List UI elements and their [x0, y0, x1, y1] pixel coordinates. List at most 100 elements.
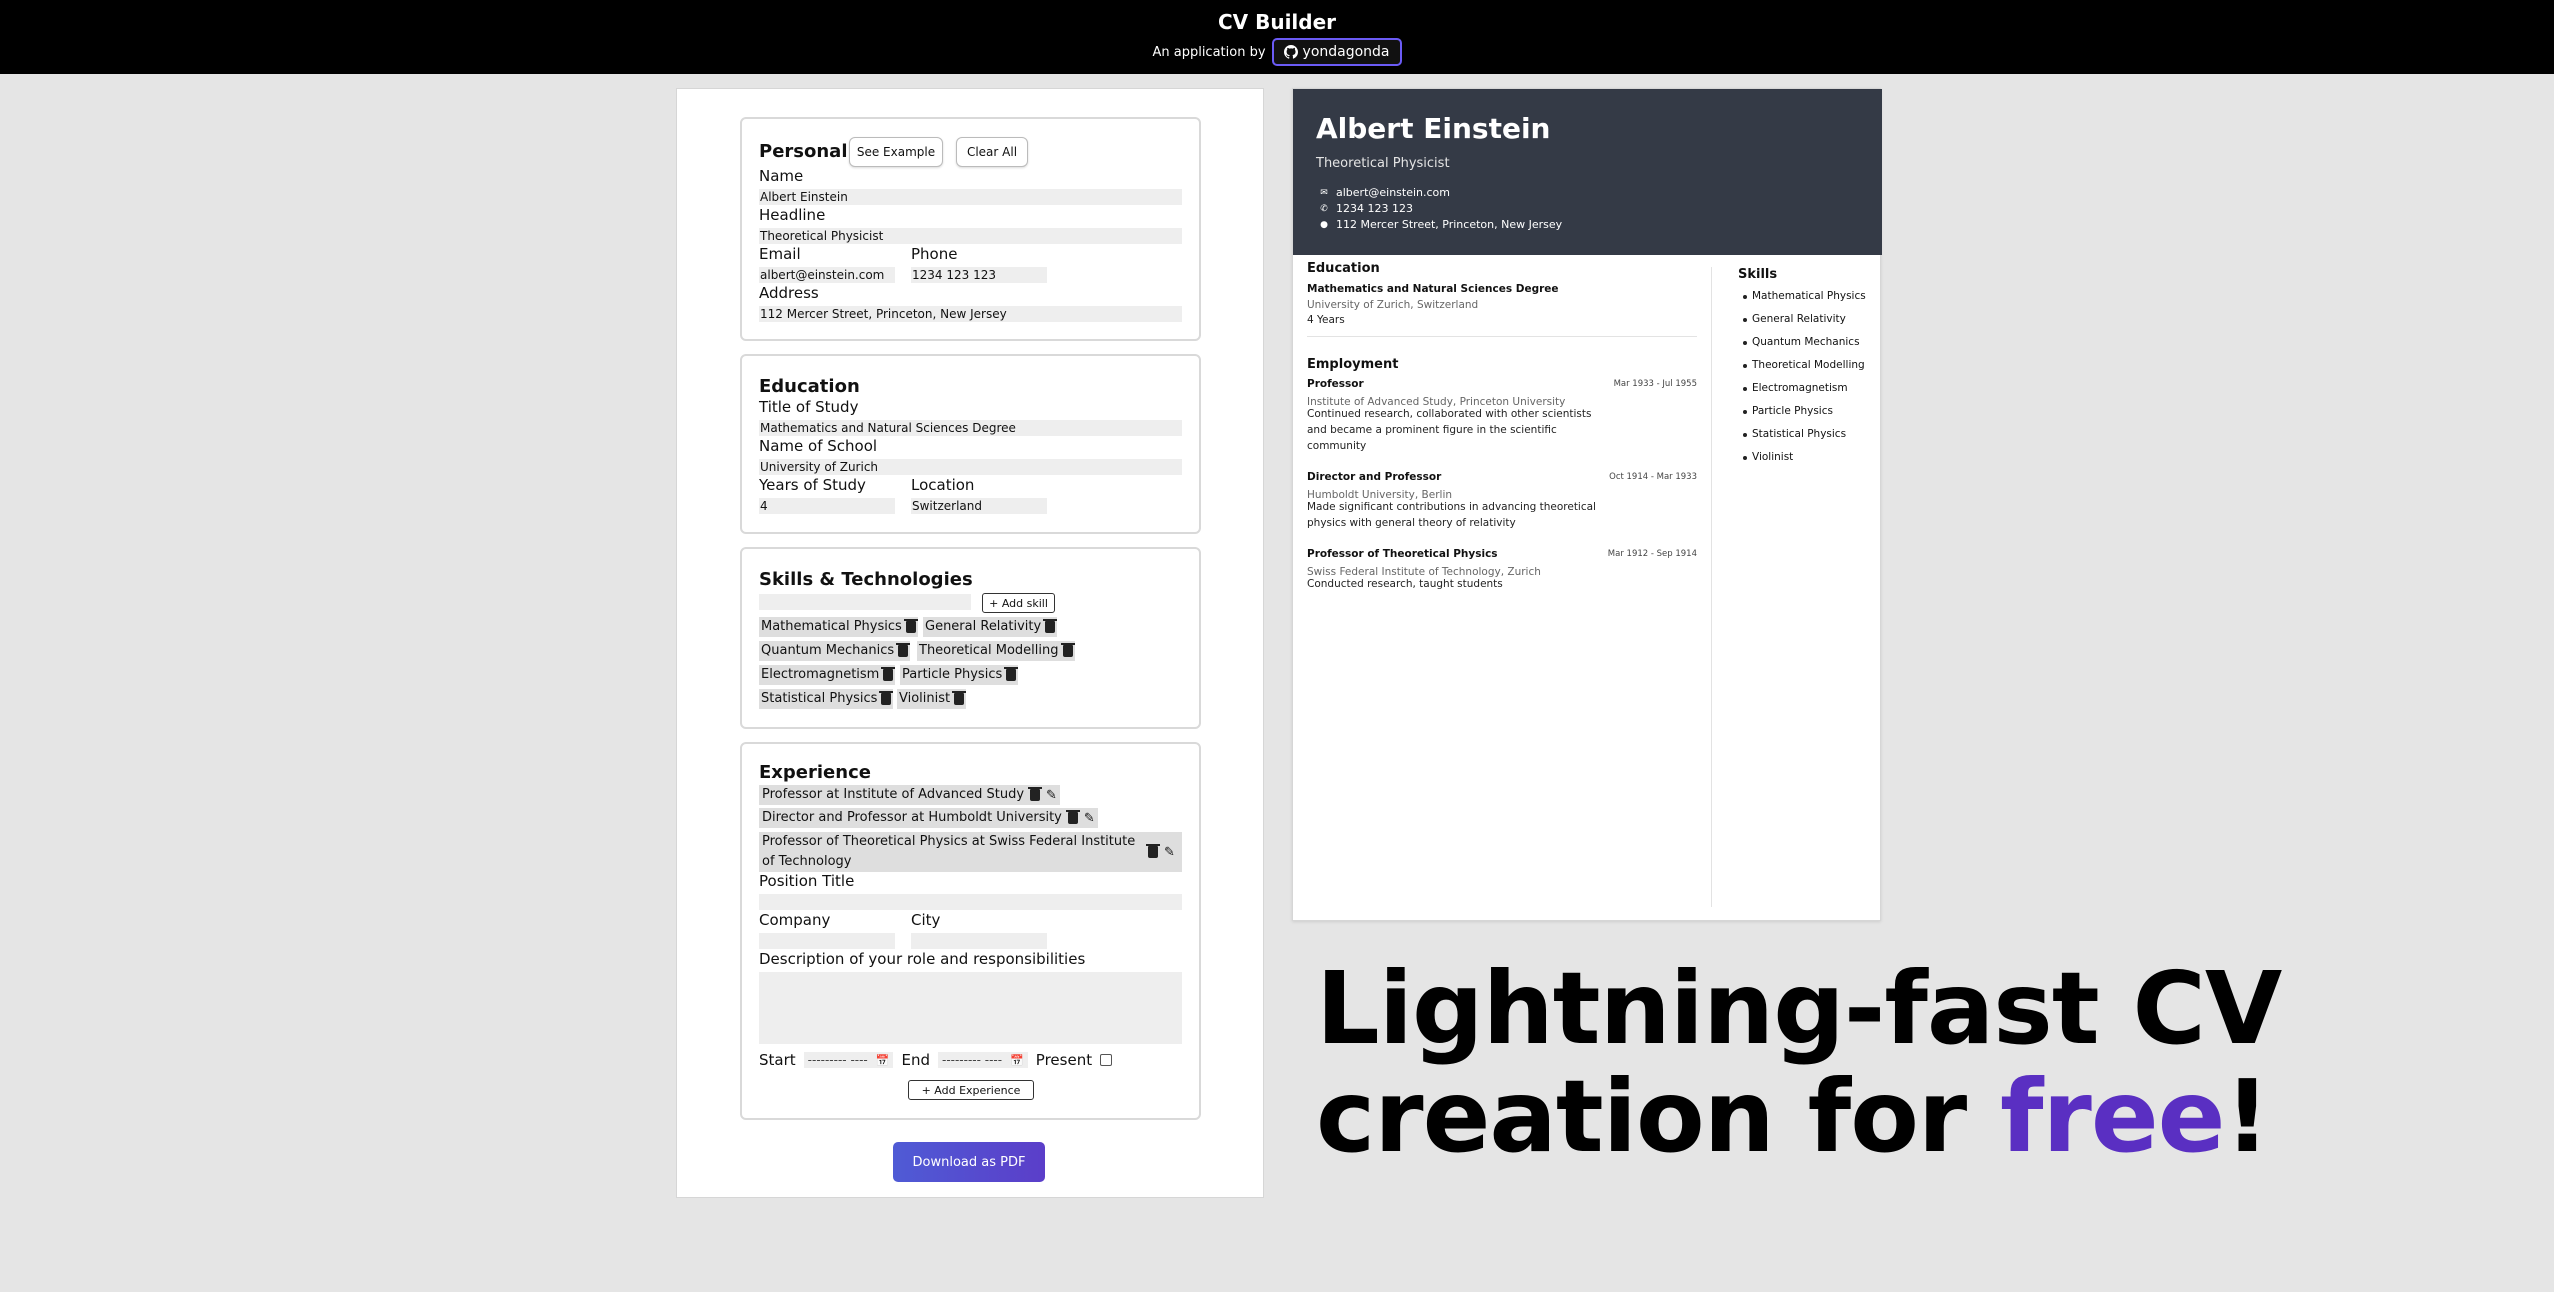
- cv-skill-item: Electromagnetism: [1743, 382, 1848, 394]
- company-input[interactable]: [759, 933, 895, 949]
- clear-all-button[interactable]: Clear All: [956, 137, 1028, 167]
- cv-job-title: Professor: [1307, 378, 1364, 390]
- cv-name: Albert Einstein: [1316, 112, 1551, 145]
- years-input[interactable]: 4: [759, 498, 895, 514]
- skill-chip-label: Particle Physics: [902, 667, 1003, 682]
- cv-edu-years: 4 Years: [1307, 314, 1345, 326]
- experience-entry-label: Professor of Theoretical Physics at Swis…: [762, 834, 1136, 869]
- trash-icon[interactable]: [903, 619, 918, 633]
- present-checkbox[interactable]: [1100, 1054, 1113, 1066]
- cv-headline: Theoretical Physicist: [1316, 156, 1450, 171]
- skill-chip-label: Violinist: [899, 691, 951, 706]
- study-title-input[interactable]: Mathematics and Natural Sciences Degree: [759, 420, 1182, 436]
- experience-entry: Professor of Theoretical Physics at Swis…: [759, 832, 1182, 872]
- cv-divider: [1307, 336, 1697, 337]
- trash-icon[interactable]: [1146, 844, 1160, 858]
- add-experience-button[interactable]: + Add Experience: [908, 1080, 1034, 1100]
- cv-email: ✉ albert@einstein.com: [1320, 186, 1450, 199]
- address-label: Address: [759, 284, 819, 302]
- cv-skill-item: Quantum Mechanics: [1743, 336, 1860, 348]
- location-input[interactable]: Switzerland: [911, 498, 1047, 514]
- skill-chip: General Relativity: [923, 617, 1058, 637]
- skill-input[interactable]: [759, 594, 971, 610]
- github-user: yondagonda: [1302, 44, 1390, 60]
- pencil-icon[interactable]: ✎: [1084, 812, 1095, 825]
- trash-icon[interactable]: [1043, 619, 1058, 633]
- cv-education-heading: Education: [1307, 261, 1380, 276]
- cv-address: ● 112 Mercer Street, Princeton, New Jerse…: [1320, 218, 1562, 231]
- end-date-placeholder: --------- ----: [941, 1053, 1003, 1067]
- cv-job-desc-line: community: [1307, 440, 1367, 452]
- tagline-line1: Lightning-fast CV: [1316, 950, 2282, 1067]
- cv-edu-school: University of Zurich, Switzerland: [1307, 299, 1479, 311]
- byline: An application by yondagonda: [0, 38, 2554, 66]
- skill-chip: Particle Physics: [900, 665, 1019, 685]
- cv-job-desc-line: Continued research, collaborated with ot…: [1307, 408, 1592, 420]
- headline-input[interactable]: Theoretical Physicist: [759, 228, 1182, 244]
- cv-phone: ✆ 1234 123 123: [1320, 202, 1413, 215]
- pencil-icon[interactable]: ✎: [1046, 789, 1057, 802]
- cv-job-desc-line: and became a prominent figure in the sci…: [1307, 424, 1557, 436]
- description-textarea[interactable]: [759, 972, 1182, 1044]
- top-header: CV Builder An application by yondagonda: [0, 0, 2554, 74]
- pencil-icon[interactable]: ✎: [1164, 846, 1175, 859]
- position-label: Position Title: [759, 872, 855, 890]
- end-date-input[interactable]: --------- ---- 📅: [937, 1052, 1028, 1068]
- download-pdf-button[interactable]: Download as PDF: [893, 1142, 1045, 1182]
- trash-icon[interactable]: [881, 667, 896, 681]
- education-card: Education Title of Study Mathematics and…: [740, 354, 1201, 534]
- skill-chip: Statistical Physics: [759, 689, 894, 709]
- position-input[interactable]: [759, 894, 1182, 910]
- city-input[interactable]: [911, 933, 1047, 949]
- company-label: Company: [759, 911, 831, 929]
- skill-chip: Mathematical Physics: [759, 617, 918, 637]
- skills-card: Skills & Technologies + Add skill Mathem…: [740, 547, 1201, 729]
- cv-email-text: albert@einstein.com: [1336, 186, 1451, 199]
- tagline: Lightning-fast CV creation for free!: [1316, 950, 2282, 1171]
- calendar-icon[interactable]: 📅: [876, 1054, 890, 1067]
- location-pin-icon: ●: [1320, 219, 1328, 230]
- cv-job-desc-line: Conducted research, taught students: [1307, 578, 1503, 590]
- tagline-line2: creation for free!: [1316, 1063, 2281, 1171]
- cv-employment-heading: Employment: [1307, 357, 1399, 372]
- cv-preview: Albert Einstein Theoretical Physicist ✉ a…: [1292, 88, 1882, 921]
- trash-icon[interactable]: [1060, 643, 1075, 657]
- skill-chip: Quantum Mechanics: [759, 641, 911, 661]
- cv-job-dates: Oct 1914 - Mar 1933: [1609, 472, 1697, 482]
- name-input[interactable]: Albert Einstein: [759, 189, 1182, 205]
- add-skill-button[interactable]: + Add skill: [982, 593, 1055, 613]
- see-example-button[interactable]: See Example: [849, 137, 943, 167]
- trash-icon[interactable]: [1004, 667, 1019, 681]
- email-input[interactable]: albert@einstein.com: [759, 267, 895, 283]
- skill-chip: Violinist: [897, 689, 967, 709]
- phone-input[interactable]: 1234 123 123: [911, 267, 1047, 283]
- cv-header: Albert Einstein Theoretical Physicist ✉ a…: [1293, 89, 1882, 255]
- trash-icon[interactable]: [879, 691, 894, 705]
- skill-chip-label: General Relativity: [925, 619, 1042, 634]
- trash-icon[interactable]: [1028, 787, 1043, 801]
- skill-chip: Electromagnetism: [759, 665, 896, 685]
- trash-icon[interactable]: [1065, 810, 1080, 824]
- description-label: Description of your role and responsibil…: [759, 950, 1086, 968]
- cv-job-desc-line: Made significant contributions in advanc…: [1307, 501, 1596, 513]
- skill-chip: Theoretical Modelling: [917, 641, 1075, 661]
- mail-icon: ✉: [1320, 187, 1328, 198]
- cv-job-title: Professor of Theoretical Physics: [1307, 548, 1498, 560]
- trash-icon[interactable]: [952, 691, 967, 705]
- cv-job-dates: Mar 1933 - Jul 1955: [1613, 379, 1697, 389]
- trash-icon[interactable]: [896, 643, 911, 657]
- address-input[interactable]: 112 Mercer Street, Princeton, New Jersey: [759, 306, 1182, 322]
- github-icon: [1283, 45, 1298, 59]
- skill-chip-label: Theoretical Modelling: [919, 643, 1059, 658]
- calendar-icon[interactable]: 📅: [1010, 1054, 1024, 1067]
- date-row: Start --------- ---- 📅 End --------- ----…: [759, 1051, 1113, 1069]
- github-link[interactable]: yondagonda: [1271, 38, 1402, 66]
- school-name-input[interactable]: University of Zurich: [759, 459, 1182, 475]
- start-date-input[interactable]: --------- ---- 📅: [803, 1052, 894, 1068]
- cv-skill-item: Theoretical Modelling: [1743, 359, 1865, 371]
- experience-entry-label: Professor at Institute of Advanced Study: [762, 787, 1025, 802]
- cv-skill-item: General Relativity: [1743, 313, 1846, 325]
- present-label: Present: [1035, 1051, 1093, 1069]
- tagline-accent-word: free: [2000, 1058, 2225, 1175]
- email-label: Email: [759, 245, 801, 263]
